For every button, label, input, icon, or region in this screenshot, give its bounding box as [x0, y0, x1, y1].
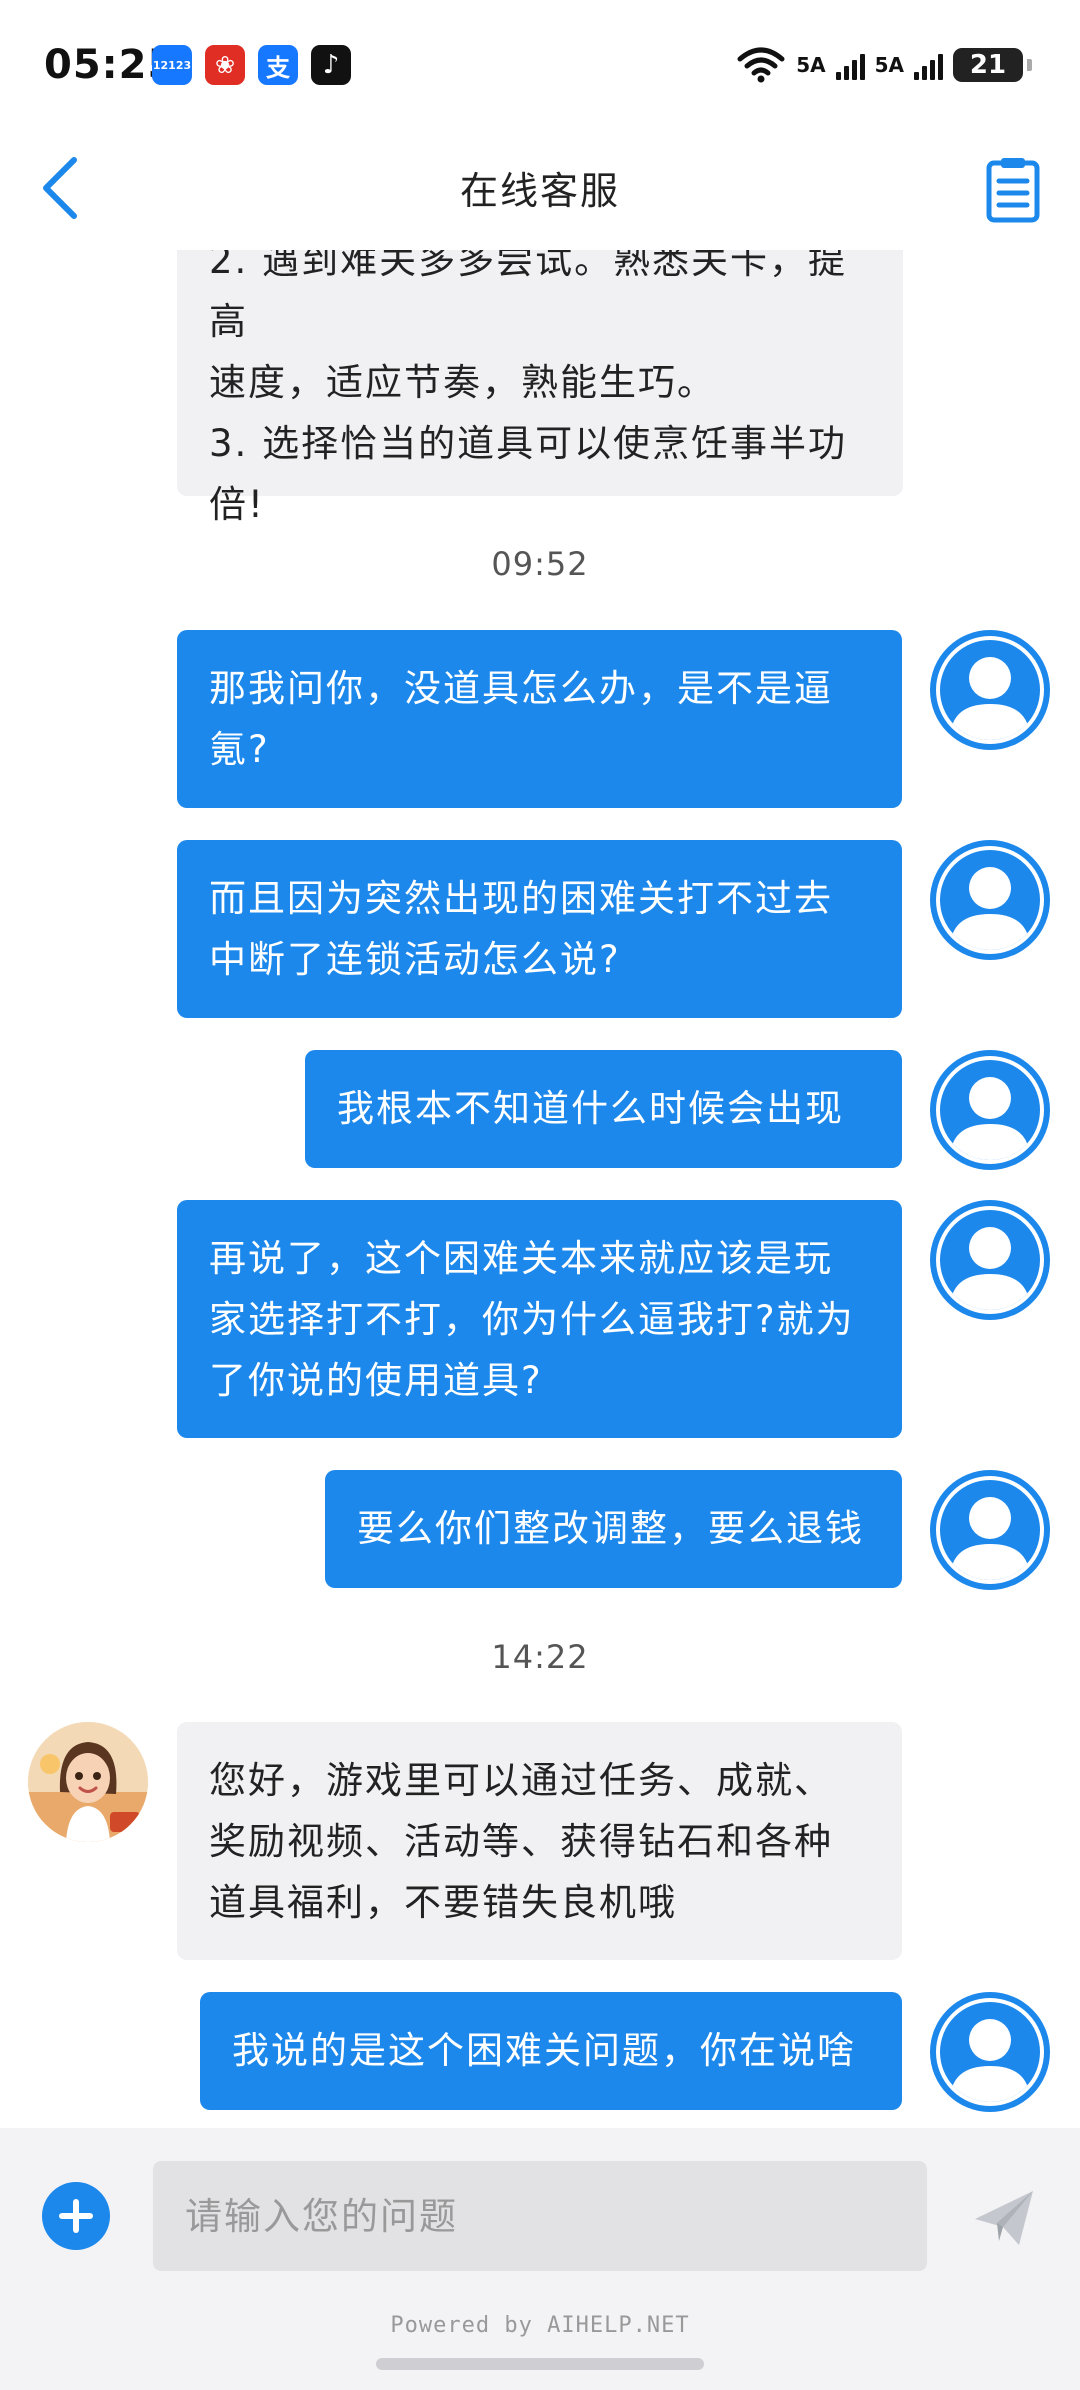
- user-avatar: [930, 840, 1050, 960]
- message-text: 而且因为突然出现的困难关打不过去中断了连锁活动怎么说?: [209, 877, 833, 981]
- agent-chef-avatar-icon: [28, 1722, 148, 1842]
- status-indicators: 5A 5A 21: [736, 40, 1032, 90]
- 12123-icon: 12123: [152, 45, 192, 85]
- signal-bars-icon: [835, 50, 865, 80]
- user-silhouette-icon: [950, 2019, 1030, 2102]
- message-text: 我说的是这个困难关问题，你在说啥: [232, 2029, 856, 2072]
- battery-icon: 21: [953, 48, 1023, 82]
- message-text: 那我问你，没道具怎么办，是不是逼氪?: [209, 667, 833, 771]
- message-text: 我根本不知道什么时候会出现: [337, 1087, 844, 1130]
- user-avatar: [930, 1200, 1050, 1320]
- message-text: 您好，游戏里可以通过任务、成就、奖励视频、活动等、获得钻石和各种道具福利，不要错…: [209, 1759, 833, 1924]
- user-message-bubble: 那我问你，没道具怎么办，是不是逼氪?: [177, 630, 902, 808]
- user-message-bubble: 要么你们整改调整，要么退钱: [325, 1470, 902, 1588]
- home-indicator[interactable]: [376, 2358, 704, 2370]
- message-input[interactable]: [153, 2161, 927, 2271]
- add-attachment-button[interactable]: [42, 2182, 110, 2250]
- plus-icon: [59, 2199, 93, 2233]
- message-line: 2. 遇到难关多多尝试。熟悉关卡，提高: [209, 250, 848, 343]
- send-button[interactable]: [968, 2182, 1040, 2254]
- user-silhouette-icon: [950, 1227, 1030, 1310]
- faq-document-button[interactable]: [980, 152, 1046, 228]
- message-text: 再说了，这个困难关本来就应该是玩家选择打不打，你为什么逼我打?就为了你说的使用道…: [209, 1237, 855, 1402]
- user-message-bubble: 我说的是这个困难关问题，你在说啥: [200, 1992, 902, 2110]
- page-title: 在线客服: [459, 169, 620, 213]
- agent-message-bubble: 2. 遇到难关多多尝试。熟悉关卡，提高 速度，适应节奏，熟能生巧。 3. 选择恰…: [177, 250, 903, 526]
- message-timestamp: 09:52: [491, 545, 589, 583]
- user-avatar: [930, 1470, 1050, 1590]
- alipay-icon: 支: [258, 45, 298, 85]
- message-timestamp: 14:22: [491, 1638, 589, 1676]
- input-bar: Powered by AIHELP.NET: [0, 2128, 1080, 2390]
- tiktok-icon: ♪: [311, 45, 351, 85]
- user-silhouette-icon: [950, 1497, 1030, 1580]
- user-avatar: [930, 1992, 1050, 2112]
- status-bar: 05:25 12123 ❀ 支 ♪ 5A 5A 21: [0, 0, 1080, 132]
- message-text: 要么你们整改调整，要么退钱: [357, 1507, 864, 1550]
- nav-bar: 在线客服: [0, 132, 1080, 250]
- user-silhouette-icon: [950, 657, 1030, 740]
- user-silhouette-icon: [950, 1077, 1030, 1160]
- user-silhouette-icon: [950, 867, 1030, 950]
- powered-by-label: Powered by AIHELP.NET: [390, 2313, 690, 2338]
- message-line: 倍!: [209, 483, 265, 526]
- network-type-label: 5A: [796, 53, 826, 77]
- pinduoduo-icon: ❀: [205, 45, 245, 85]
- signal-bars-icon-2: [914, 50, 943, 80]
- document-list-icon: [986, 158, 1040, 223]
- message-line: 速度，适应节奏，熟能生巧。: [209, 361, 716, 404]
- wifi-icon: [737, 47, 785, 83]
- agent-message-bubble: 您好，游戏里可以通过任务、成就、奖励视频、活动等、获得钻石和各种道具福利，不要错…: [177, 1722, 902, 1960]
- send-icon: [975, 2191, 1033, 2245]
- network-type-label-2: 5A: [874, 53, 904, 77]
- user-message-bubble: 再说了，这个困难关本来就应该是玩家选择打不打，你为什么逼我打?就为了你说的使用道…: [177, 1200, 902, 1438]
- battery-tip: [1027, 59, 1032, 71]
- user-message-bubble: 而且因为突然出现的困难关打不过去中断了连锁活动怎么说?: [177, 840, 902, 1018]
- user-avatar: [930, 1050, 1050, 1170]
- user-message-bubble: 我根本不知道什么时候会出现: [305, 1050, 902, 1168]
- agent-avatar: [28, 1722, 148, 1842]
- chat-message-list[interactable]: 2. 遇到难关多多尝试。熟悉关卡，提高 速度，适应节奏，熟能生巧。 3. 选择恰…: [0, 250, 1080, 2128]
- message-line: 3. 选择恰当的道具可以使烹饪事半功: [209, 422, 848, 465]
- user-avatar: [930, 630, 1050, 750]
